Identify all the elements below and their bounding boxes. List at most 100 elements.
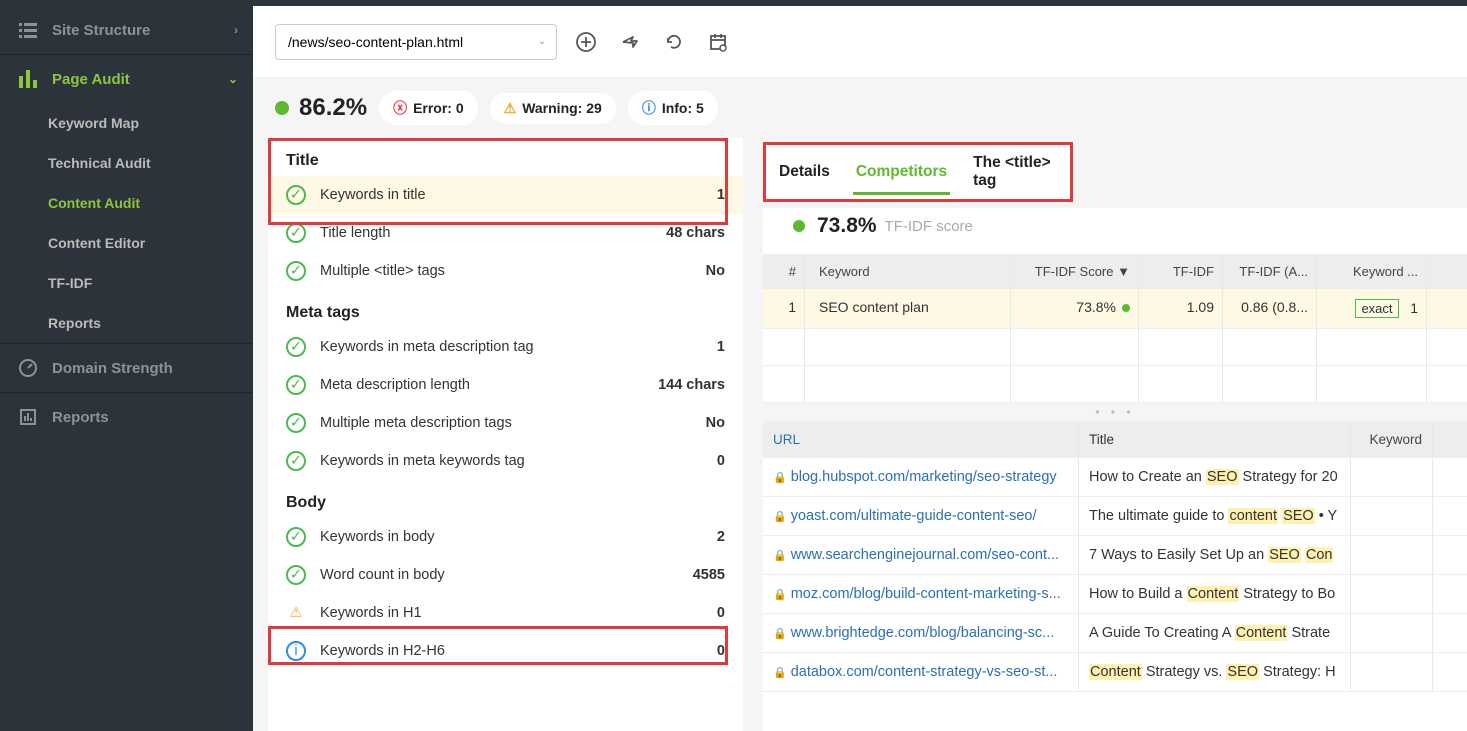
competitors-table: URL Title Keyword 🔒blog.hubspot.com/mark…: [763, 421, 1467, 731]
check-meta-len[interactable]: ✓Meta description length144 chars: [268, 366, 743, 404]
url-value: /news/seo-content-plan.html: [288, 34, 463, 50]
tab-title-tag[interactable]: The <title> tag: [960, 154, 1070, 190]
check-title-length[interactable]: ✓Title length48 chars: [268, 214, 743, 252]
error-pill[interactable]: ⓧ Error: 0: [379, 91, 478, 125]
col-url[interactable]: URL: [763, 421, 1079, 458]
nav-reports[interactable]: Reports: [0, 393, 253, 441]
check-kw-metakw[interactable]: ✓Keywords in meta keywords tag0: [268, 442, 743, 480]
ok-icon: ✓: [286, 527, 306, 547]
toolbar: /news/seo-content-plan.html ⌄: [253, 6, 1467, 78]
ok-icon: ✓: [286, 413, 306, 433]
ok-icon: ✓: [286, 185, 306, 205]
gauge-icon: [18, 358, 38, 378]
competitor-url[interactable]: 🔒www.brightedge.com/blog/balancing-sc...: [763, 614, 1079, 652]
details-panel: Details Competitors The <title> tag 73.8…: [753, 138, 1467, 731]
nav-label: Site Structure: [52, 22, 150, 39]
keyword-row-empty: [763, 366, 1467, 403]
score-dot-icon: [793, 220, 805, 232]
ok-icon: ✓: [286, 451, 306, 471]
sub-technical-audit[interactable]: Technical Audit: [0, 143, 253, 183]
warning-icon: ⚠: [504, 100, 517, 117]
keyword-row-empty: [763, 329, 1467, 366]
sub-content-editor[interactable]: Content Editor: [0, 223, 253, 263]
info-pill[interactable]: ⓘ Info: 5: [628, 91, 718, 125]
col-num[interactable]: #: [763, 254, 805, 289]
chevron-down-icon: ⌄: [228, 72, 238, 86]
competitor-url[interactable]: 🔒www.searchenginejournal.com/seo-cont...: [763, 536, 1079, 574]
warning-icon: ⚠: [286, 603, 306, 623]
ok-icon: ✓: [286, 375, 306, 395]
col-score[interactable]: TF-IDF Score ▼: [1011, 254, 1139, 289]
col-keyword[interactable]: Keyword: [805, 254, 1011, 289]
calendar-button[interactable]: [703, 27, 733, 57]
check-kw-meta[interactable]: ✓Keywords in meta description tag1: [268, 328, 743, 366]
sub-content-audit[interactable]: Content Audit: [0, 183, 253, 223]
chevron-right-icon: ›: [234, 23, 238, 37]
competitor-url[interactable]: 🔒yoast.com/ultimate-guide-content-seo/: [763, 497, 1079, 535]
nav-label: Domain Strength: [52, 360, 173, 377]
competitor-row[interactable]: 🔒databox.com/content-strategy-vs-seo-st.…: [763, 653, 1467, 692]
lock-icon: 🔒: [773, 511, 787, 523]
competitor-row[interactable]: 🔒yoast.com/ultimate-guide-content-seo/Th…: [763, 497, 1467, 536]
lock-icon: 🔒: [773, 628, 787, 640]
keyword-row[interactable]: 1 SEO content plan 73.8% 1.09 0.86 (0.8.…: [763, 289, 1467, 329]
sidebar: Site Structure › Page Audit ⌄ Keyword Ma…: [0, 6, 253, 731]
info-icon: ⓘ: [642, 98, 656, 118]
plus-button[interactable]: [571, 27, 601, 57]
tabs-container: Details Competitors The <title> tag: [763, 142, 1073, 202]
share-button[interactable]: [615, 27, 645, 57]
competitor-url[interactable]: 🔒moz.com/blog/build-content-marketing-s.…: [763, 575, 1079, 613]
check-multi-meta[interactable]: ✓Multiple meta description tagsNo: [268, 404, 743, 442]
section-meta: Meta tags: [268, 290, 743, 328]
col-title[interactable]: Title: [1079, 421, 1351, 458]
check-kw-h1[interactable]: ⚠Keywords in H10: [268, 594, 743, 632]
tab-competitors[interactable]: Competitors: [843, 163, 960, 181]
col-kwmatch[interactable]: Keyword ...: [1317, 254, 1427, 289]
error-icon: ⓧ: [393, 98, 407, 118]
overall-score: 86.2%: [275, 94, 367, 122]
warning-pill[interactable]: ⚠ Warning: 29: [490, 93, 616, 124]
sub-tfidf[interactable]: TF-IDF: [0, 263, 253, 303]
sort-desc-icon: ▼: [1117, 264, 1130, 279]
audit-icon: [18, 69, 38, 89]
col-tfidf-avg[interactable]: TF-IDF (A...: [1223, 254, 1317, 289]
structure-icon: [18, 20, 38, 40]
refresh-button[interactable]: [659, 27, 689, 57]
competitor-url[interactable]: 🔒databox.com/content-strategy-vs-seo-st.…: [763, 653, 1079, 691]
competitor-title: The ultimate guide to content SEO • Y: [1079, 497, 1351, 535]
match-badge: exact: [1355, 299, 1398, 318]
competitor-url[interactable]: 🔒blog.hubspot.com/marketing/seo-strategy: [763, 458, 1079, 496]
keyword-table: # Keyword TF-IDF Score ▼ TF-IDF TF-IDF (…: [763, 254, 1467, 403]
info-icon: i: [286, 641, 306, 661]
check-kw-h26[interactable]: iKeywords in H2-H60: [268, 632, 743, 670]
resize-handle[interactable]: • • •: [763, 403, 1467, 421]
nav-label: Page Audit: [52, 71, 130, 88]
check-wc-body[interactable]: ✓Word count in body4585: [268, 556, 743, 594]
lock-icon: 🔒: [773, 589, 787, 601]
warning-text: Warning: 29: [522, 100, 602, 116]
reports-icon: [18, 407, 38, 427]
competitor-title: A Guide To Creating A Content Strate: [1079, 614, 1351, 652]
nav-site-structure[interactable]: Site Structure ›: [0, 6, 253, 54]
tfidf-percent: 73.8%: [817, 214, 877, 238]
competitor-row[interactable]: 🔒www.brightedge.com/blog/balancing-sc...…: [763, 614, 1467, 653]
competitor-title: How to Create an SEO Strategy for 20: [1079, 458, 1351, 496]
sub-keyword-map[interactable]: Keyword Map: [0, 103, 253, 143]
competitor-row[interactable]: 🔒www.searchenginejournal.com/seo-cont...…: [763, 536, 1467, 575]
col-tfidf[interactable]: TF-IDF: [1139, 254, 1223, 289]
col-keyword[interactable]: Keyword: [1351, 421, 1433, 458]
tab-details[interactable]: Details: [766, 163, 843, 181]
url-select[interactable]: /news/seo-content-plan.html ⌄: [275, 24, 557, 60]
competitor-row[interactable]: 🔒blog.hubspot.com/marketing/seo-strategy…: [763, 458, 1467, 497]
nav-domain-strength[interactable]: Domain Strength: [0, 344, 253, 392]
checks-panel: Title ✓Keywords in title1 ✓Title length4…: [268, 138, 743, 731]
score-dot-icon: [275, 101, 289, 115]
competitor-row[interactable]: 🔒moz.com/blog/build-content-marketing-s.…: [763, 575, 1467, 614]
check-kw-body[interactable]: ✓Keywords in body2: [268, 518, 743, 556]
check-multi-title[interactable]: ✓Multiple <title> tagsNo: [268, 252, 743, 290]
nav-page-audit[interactable]: Page Audit ⌄: [0, 55, 253, 103]
sub-reports[interactable]: Reports: [0, 303, 253, 343]
competitor-title: 7 Ways to Easily Set Up an SEO Con: [1079, 536, 1351, 574]
section-title: Title: [268, 138, 743, 176]
check-keywords-title[interactable]: ✓Keywords in title1: [268, 176, 743, 214]
